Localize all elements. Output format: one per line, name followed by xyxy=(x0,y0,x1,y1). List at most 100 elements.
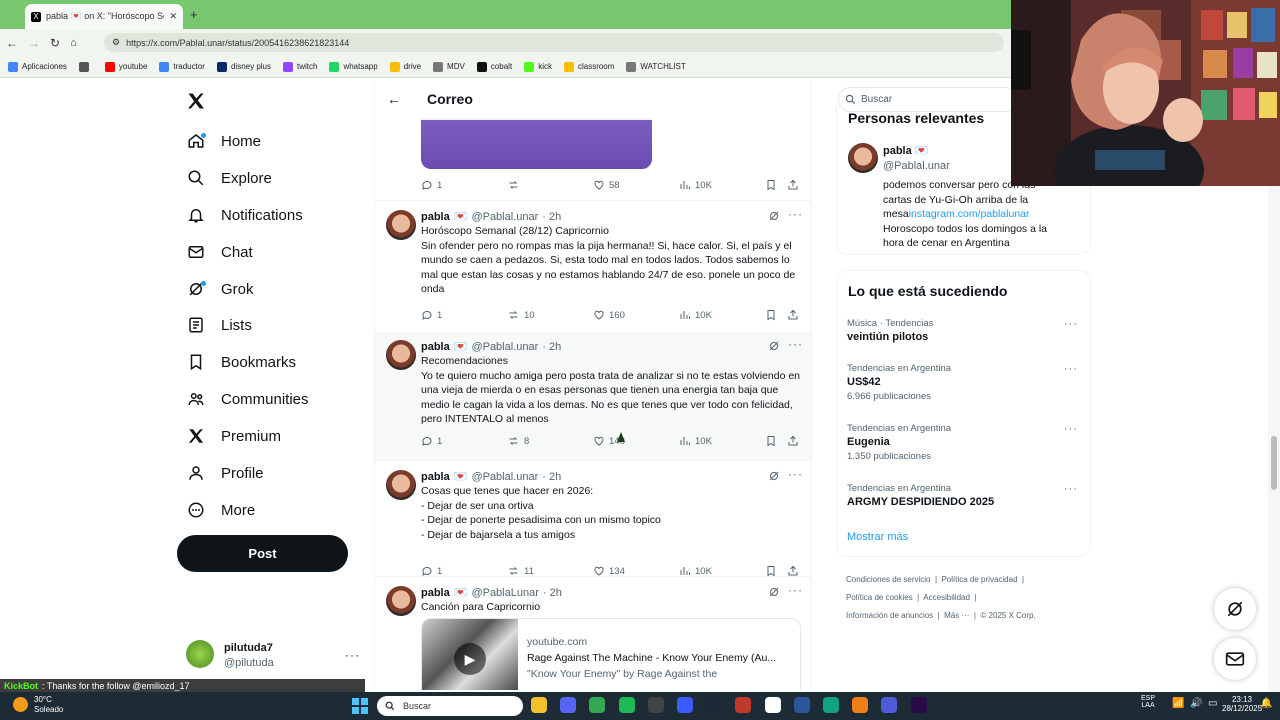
bio-link[interactable]: instagram.com/pablalunar xyxy=(909,208,1030,220)
tweet-handle[interactable]: @Pablal.unar xyxy=(471,341,538,353)
nav-item-profile[interactable]: Profile xyxy=(187,460,264,486)
grok-explain-icon[interactable] xyxy=(768,470,780,482)
tweet-time[interactable]: · 2h xyxy=(542,471,561,483)
tweet-media[interactable] xyxy=(421,118,652,169)
tweet-more-icon[interactable]: ··· xyxy=(788,467,803,481)
post-button[interactable]: Post xyxy=(177,535,348,572)
grok-explain-icon[interactable] xyxy=(768,210,780,222)
views-button[interactable]: 10K xyxy=(679,179,712,191)
bookmark-item[interactable]: twitch xyxy=(283,61,317,72)
tweet-more-icon[interactable]: ··· xyxy=(788,207,803,221)
tweet-author[interactable]: pabla xyxy=(421,211,450,223)
nav-item-notifications[interactable]: Notifications xyxy=(187,202,303,228)
bookmark-button[interactable] xyxy=(765,179,777,191)
tweet-time[interactable]: · 2h xyxy=(543,587,562,599)
bookmark-item[interactable]: youtube xyxy=(104,61,147,72)
notion-icon[interactable] xyxy=(764,697,781,713)
footer-cookies[interactable]: Política de cookies xyxy=(846,593,913,602)
tweet-handle[interactable]: @Pablal.unar xyxy=(471,211,538,223)
back-arrow-icon[interactable]: ← xyxy=(387,91,401,107)
premiere-icon[interactable] xyxy=(910,697,927,713)
bookmark-item[interactable]: drive xyxy=(389,61,421,72)
site-info-icon[interactable]: ⚙ xyxy=(112,37,120,48)
tweet-time[interactable]: · 2h xyxy=(542,341,561,353)
chrome-icon[interactable] xyxy=(589,697,606,713)
trend-item[interactable]: Tendencias en Argentina ARGMY DESPIDIEND… xyxy=(847,483,1082,508)
reply-button[interactable]: 1 xyxy=(421,435,442,447)
tweet-time[interactable]: · 2h xyxy=(542,211,561,223)
tweet-more-icon[interactable]: ··· xyxy=(788,583,803,597)
tweet-author[interactable]: pabla xyxy=(421,587,450,599)
tweet-avatar[interactable] xyxy=(386,470,416,500)
trend-more-icon[interactable]: ··· xyxy=(1064,423,1078,435)
tab-close-icon[interactable]: ✕ xyxy=(169,11,177,22)
trend-more-icon[interactable]: ··· xyxy=(1064,363,1078,375)
tweet-author[interactable]: pabla xyxy=(421,471,450,483)
tweet-handle[interactable]: @Pablal.unar xyxy=(471,471,538,483)
like-button[interactable]: 58 xyxy=(593,179,620,191)
battery-icon[interactable]: ▭ xyxy=(1208,698,1217,709)
bookmark-item[interactable]: WATCHLIST xyxy=(626,61,686,72)
scrollbar-thumb[interactable] xyxy=(1271,436,1277,490)
nav-item-premium[interactable]: Premium xyxy=(187,423,281,449)
footer-terms[interactable]: Condiciones de servicio xyxy=(846,575,931,584)
word-icon[interactable] xyxy=(793,697,810,713)
trend-more-icon[interactable]: ··· xyxy=(1064,483,1078,495)
messages-float-button[interactable] xyxy=(1214,638,1256,680)
reload-icon[interactable]: ↻ xyxy=(50,36,60,50)
fl-studio-icon[interactable] xyxy=(852,697,869,713)
account-avatar[interactable] xyxy=(186,640,214,668)
spotify-icon[interactable] xyxy=(618,697,635,713)
footer-accessibility[interactable]: Accesibilidad xyxy=(923,593,970,602)
clock[interactable]: 23:13 28/12/2025 xyxy=(1222,695,1262,713)
nav-item-chat[interactable]: Chat xyxy=(187,239,253,265)
footer-more[interactable]: Más ··· xyxy=(944,611,969,620)
bookmark-item[interactable]: traductor xyxy=(159,61,205,72)
trend-item[interactable]: Tendencias en Argentina Eugenia 1.350 pu… xyxy=(847,423,1082,462)
reply-button[interactable]: 1 xyxy=(421,309,442,321)
tweet-avatar[interactable] xyxy=(386,210,416,240)
taskbar-search[interactable]: Buscar xyxy=(377,696,523,716)
wifi-icon[interactable]: 📶 xyxy=(1172,698,1184,709)
tweet-avatar[interactable] xyxy=(386,340,416,370)
trend-item[interactable]: Tendencias en Argentina US$42 6.966 publ… xyxy=(847,363,1082,402)
share-button[interactable] xyxy=(787,179,799,191)
share-button[interactable] xyxy=(787,309,799,321)
trend-item[interactable]: Música · Tendencias veintiún pilotos ··· xyxy=(847,318,1082,343)
nav-item-communities[interactable]: Communities xyxy=(187,386,309,412)
repost-button[interactable]: 8 xyxy=(507,435,529,447)
bookmark-item[interactable]: disney plus xyxy=(216,61,271,72)
grok-explain-icon[interactable] xyxy=(768,340,780,352)
like-button[interactable]: 160 xyxy=(593,309,625,321)
new-tab-icon[interactable]: + xyxy=(190,7,198,22)
nav-item-bookmarks[interactable]: Bookmarks xyxy=(187,349,296,375)
views-button[interactable]: 10K xyxy=(679,309,712,321)
obs-icon[interactable] xyxy=(647,697,664,713)
back-icon[interactable]: ← xyxy=(6,36,18,50)
steam-icon[interactable] xyxy=(706,697,723,713)
views-button[interactable]: 10K xyxy=(679,435,712,447)
bookmark-button[interactable] xyxy=(765,435,777,447)
tweet-handle[interactable]: @PablaLunar xyxy=(471,587,538,599)
tweet[interactable]: pabla 💌 @Pablal.unar · 2h ··· Recomendacion… xyxy=(375,332,811,460)
footer-privacy[interactable]: Política de privacidad xyxy=(941,575,1017,584)
red-app-icon[interactable] xyxy=(735,697,752,713)
bookmark-item[interactable]: kick xyxy=(524,61,552,72)
url-field[interactable]: ⚙ https://x.com/Pablal.unar/status/20054… xyxy=(104,33,1004,52)
bookmark-item[interactable]: MDV xyxy=(433,61,465,72)
app-icon[interactable] xyxy=(677,697,693,713)
bookmark-item[interactable]: classroom xyxy=(563,61,614,72)
trend-more-icon[interactable]: ··· xyxy=(1064,318,1078,330)
bookmark-item[interactable]: whatsapp xyxy=(329,61,378,72)
tweet-avatar[interactable] xyxy=(386,586,416,616)
folder-icon[interactable] xyxy=(531,697,547,713)
reply-button[interactable]: 1 xyxy=(421,179,442,191)
tweet-more-icon[interactable]: ··· xyxy=(788,337,803,351)
person-name[interactable]: pabla 💌 xyxy=(883,144,929,157)
nav-item-lists[interactable]: Lists xyxy=(187,312,252,338)
repost-button[interactable] xyxy=(507,179,520,191)
bookmark-button[interactable] xyxy=(765,309,777,321)
tweet-author[interactable]: pabla xyxy=(421,341,450,353)
forward-icon[interactable]: → xyxy=(28,36,40,50)
bookmark-item[interactable] xyxy=(78,61,93,72)
